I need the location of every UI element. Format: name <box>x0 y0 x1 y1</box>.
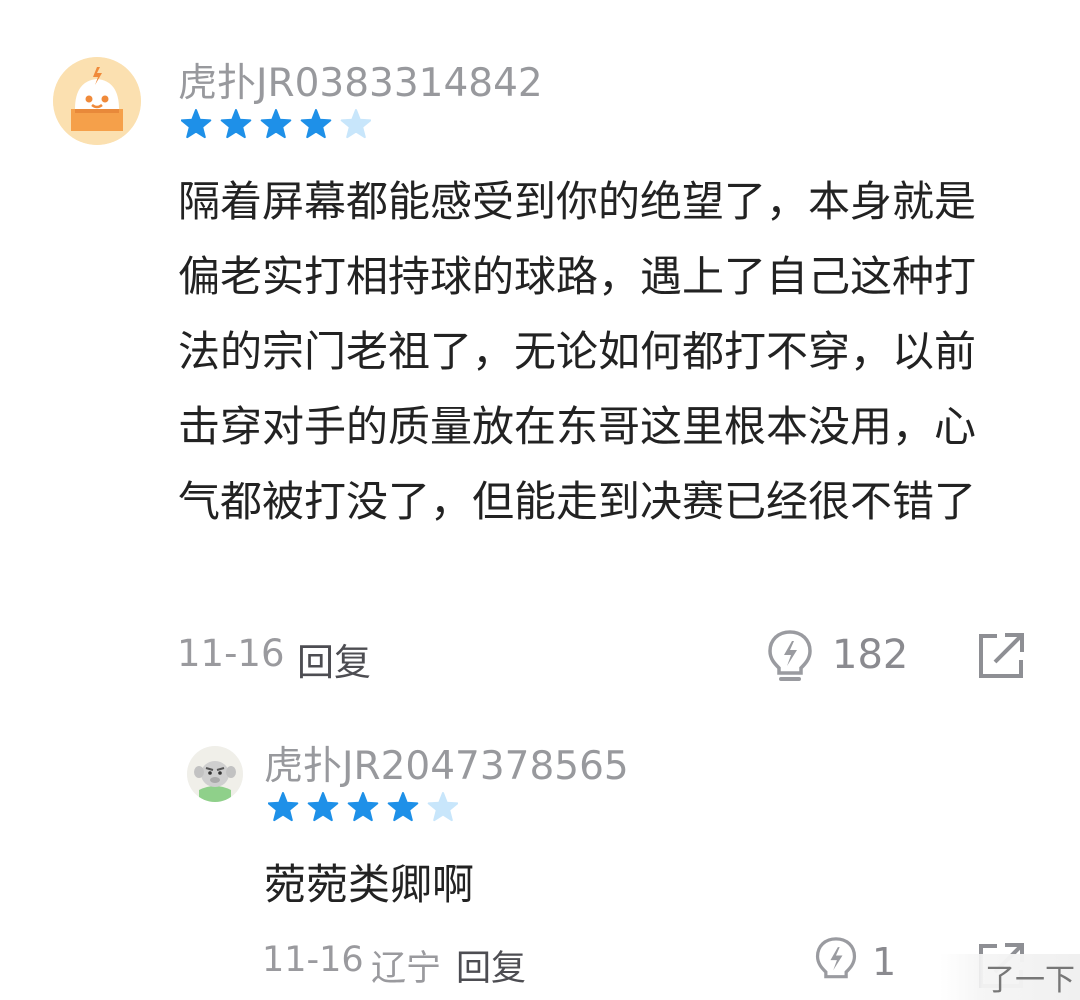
star-filled-icon <box>300 109 332 139</box>
star-filled-icon <box>387 792 419 822</box>
reply-location: 辽宁 <box>371 949 442 989</box>
username[interactable]: 虎扑JR2047378565 <box>264 735 629 791</box>
like-count: 182 <box>832 632 909 678</box>
star-filled-icon <box>220 109 252 139</box>
star-filled-icon <box>260 109 292 139</box>
smiley-avatar-icon <box>53 57 141 145</box>
like-count: 1 <box>872 940 897 984</box>
avatar[interactable] <box>53 57 141 145</box>
reply-date: 11-16 <box>262 940 364 980</box>
star-rating <box>180 109 372 143</box>
stars-icon <box>267 792 459 822</box>
username[interactable]: 虎扑JR0383314842 <box>178 52 543 108</box>
star-empty-icon <box>340 109 372 139</box>
stars-icon <box>180 109 372 139</box>
watermark-text: 了一下 <box>985 963 1075 998</box>
star-rating <box>267 792 459 826</box>
reply-button[interactable]: 回复 <box>297 632 371 686</box>
reply-text: 菀菀类卿啊 <box>264 860 475 909</box>
reply-button[interactable]: 回复 <box>456 940 526 991</box>
comment-text: 隔着屏幕都能感受到你的绝望了，本身就是偏老实打相持球的球路，遇上了自己这种打法的… <box>178 177 977 526</box>
comment-date: 11-16 <box>177 632 285 675</box>
lightbulb-icon[interactable] <box>812 934 860 992</box>
star-filled-icon <box>267 792 299 822</box>
share-icon[interactable] <box>975 630 1029 686</box>
avatar[interactable] <box>187 746 243 802</box>
cartoon-avatar-icon <box>187 746 243 802</box>
star-filled-icon <box>180 109 212 139</box>
star-empty-icon <box>427 792 459 822</box>
star-filled-icon <box>307 792 339 822</box>
star-filled-icon <box>347 792 379 822</box>
lightbulb-icon[interactable] <box>764 628 816 688</box>
